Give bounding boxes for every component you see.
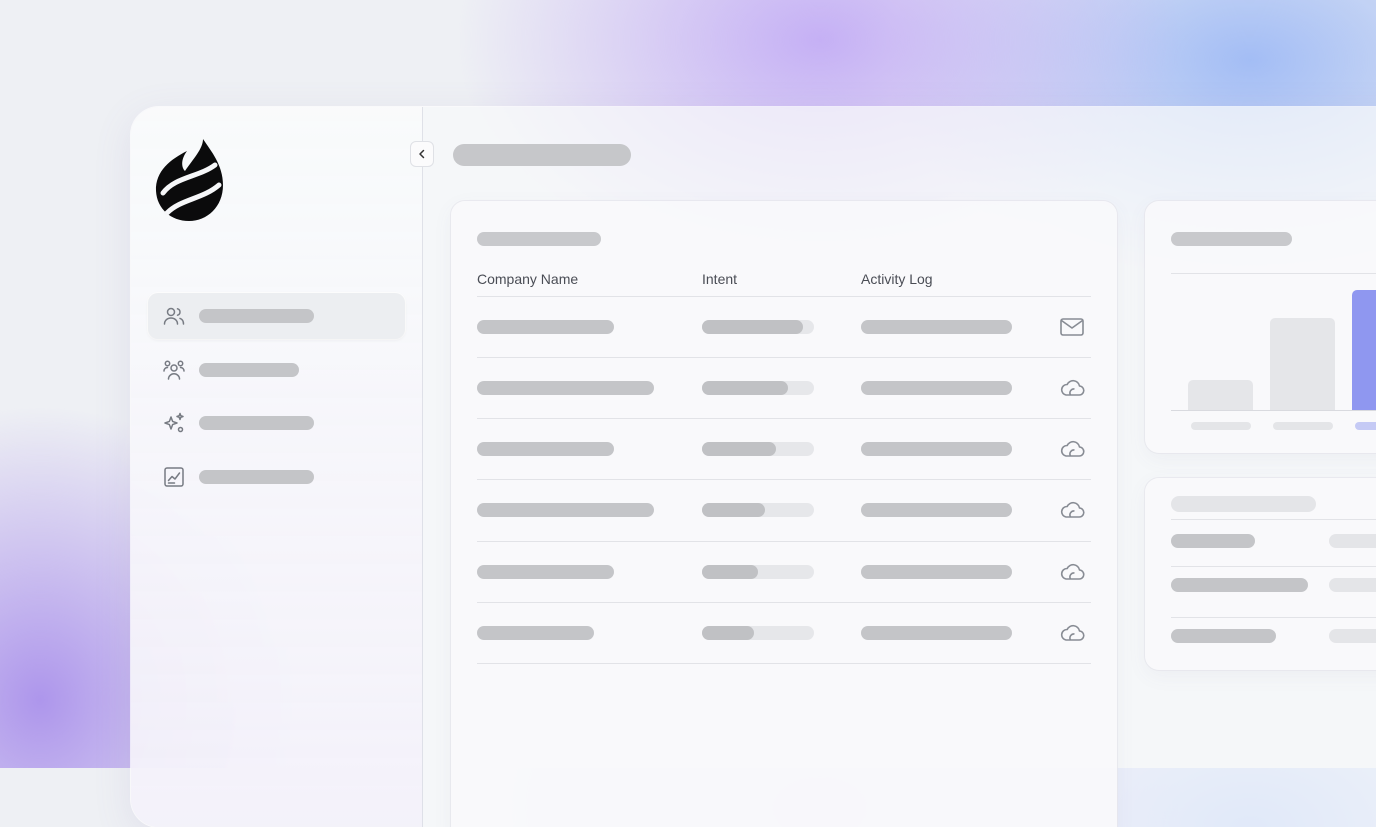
stats-divider — [1171, 617, 1376, 618]
intent-bar — [702, 565, 814, 579]
intent-bar — [702, 503, 814, 517]
intent-bar — [702, 381, 814, 395]
bar-chart — [1171, 277, 1376, 437]
intent-bar — [702, 626, 814, 640]
flame-logo-icon — [155, 139, 223, 221]
activity-log-cell — [861, 442, 1012, 456]
chart-bar[interactable] — [1270, 318, 1335, 410]
company-name-cell — [477, 381, 654, 395]
chart-report-icon — [164, 467, 184, 487]
x-tick-label — [1273, 422, 1333, 430]
sidebar-item-label — [199, 470, 314, 484]
column-header-company[interactable]: Company Name — [477, 271, 578, 287]
company-name-cell — [477, 626, 594, 640]
intent-bar — [702, 320, 814, 334]
intent-bar-fill — [702, 381, 789, 395]
collapse-sidebar-button[interactable] — [410, 141, 434, 167]
row-divider — [477, 541, 1091, 542]
chart-card-title — [1171, 232, 1292, 246]
column-header-activity[interactable]: Activity Log — [861, 271, 933, 287]
stat-value — [1329, 578, 1376, 592]
cloud-icon[interactable] — [1058, 498, 1086, 522]
sidebar-item-reports[interactable] — [148, 454, 405, 500]
intent-bar-fill — [702, 442, 776, 456]
row-divider — [477, 418, 1091, 419]
activity-log-cell — [861, 503, 1012, 517]
intent-bar-fill — [702, 626, 754, 640]
intent-bar-fill — [702, 320, 803, 334]
stats-card — [1145, 478, 1376, 670]
activity-log-cell — [861, 565, 1012, 579]
stats-divider — [1171, 519, 1376, 520]
x-tick-label — [1355, 422, 1376, 430]
cloud-icon[interactable] — [1058, 437, 1086, 461]
app-window: Company Name Intent Activity Log — [131, 107, 1376, 827]
sidebar-item-label — [199, 416, 314, 430]
chart-baseline — [1171, 410, 1376, 411]
sidebar-item-label — [199, 309, 314, 323]
stats-card-header — [1171, 496, 1316, 512]
intent-bar — [702, 442, 814, 456]
sidebar-item-team[interactable] — [148, 347, 405, 393]
row-divider — [477, 602, 1091, 603]
row-divider — [477, 479, 1091, 480]
sidebar-item-label — [199, 363, 299, 377]
companies-table-card: Company Name Intent Activity Log — [451, 201, 1117, 827]
stats-divider — [1171, 566, 1376, 567]
cloud-icon[interactable] — [1058, 560, 1086, 584]
activity-log-cell — [861, 381, 1012, 395]
row-divider — [477, 357, 1091, 358]
chart-bar[interactable] — [1188, 380, 1253, 410]
chart-card — [1145, 201, 1376, 453]
header-divider — [477, 296, 1091, 297]
column-header-intent[interactable]: Intent — [702, 271, 737, 287]
page-title — [453, 144, 631, 166]
company-name-cell — [477, 503, 654, 517]
company-name-cell — [477, 565, 614, 579]
chart-bar[interactable] — [1352, 290, 1376, 410]
intent-bar-fill — [702, 565, 758, 579]
activity-log-cell — [861, 626, 1012, 640]
company-name-cell — [477, 320, 614, 334]
activity-log-cell — [861, 320, 1012, 334]
x-tick-label — [1191, 422, 1251, 430]
company-name-cell — [477, 442, 614, 456]
intent-bar-fill — [702, 503, 765, 517]
cloud-icon[interactable] — [1058, 376, 1086, 400]
sparkles-icon — [164, 412, 184, 433]
chart-top-divider — [1171, 273, 1376, 274]
chevron-left-icon — [419, 149, 425, 159]
stat-value — [1329, 534, 1376, 548]
stat-value — [1329, 629, 1376, 643]
stat-label — [1171, 629, 1276, 643]
sidebar-item-users[interactable] — [148, 293, 405, 339]
sidebar-item-insights[interactable] — [148, 400, 405, 446]
card-title — [477, 232, 601, 246]
mail-icon[interactable] — [1058, 315, 1086, 339]
row-divider — [477, 663, 1091, 664]
sidebar — [131, 107, 423, 827]
people-group-icon — [163, 360, 185, 380]
stat-label — [1171, 578, 1308, 592]
cloud-icon[interactable] — [1058, 621, 1086, 645]
stat-label — [1171, 534, 1255, 548]
users-icon — [163, 307, 185, 325]
